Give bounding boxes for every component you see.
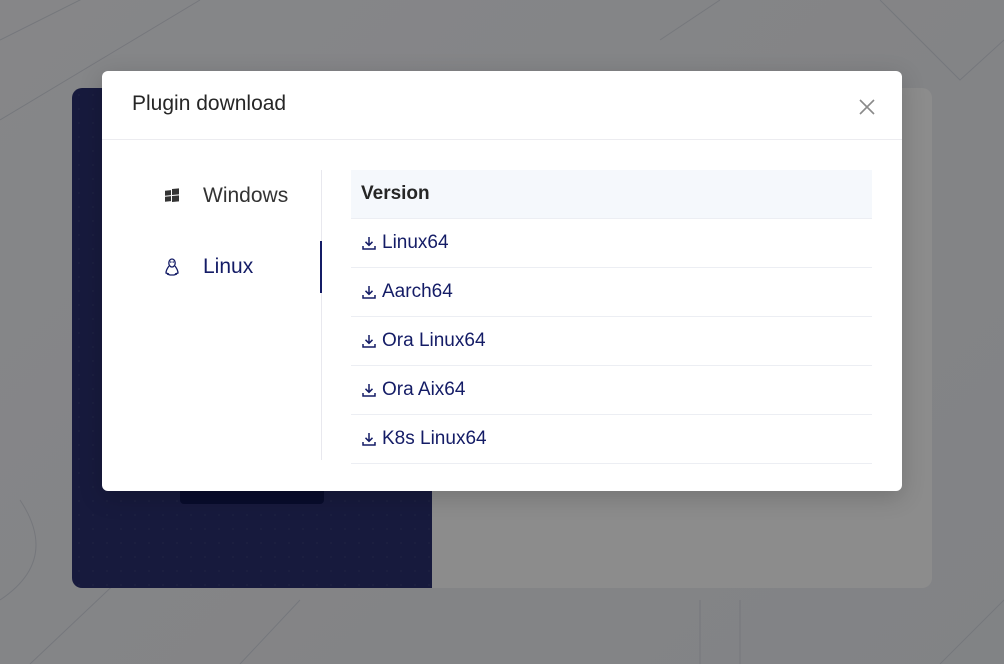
download-icon <box>361 284 377 300</box>
tab-linux-label: Linux <box>203 255 254 278</box>
table-row[interactable]: Aarch64 <box>351 268 872 317</box>
modal-title: Plugin download <box>132 92 287 115</box>
table-row[interactable]: Ora Aix64 <box>351 366 872 415</box>
version-link[interactable]: Ora Linux64 <box>382 330 486 352</box>
table-row[interactable]: Linux64 <box>351 219 872 268</box>
version-link[interactable]: Aarch64 <box>382 281 453 303</box>
close-icon[interactable] <box>856 96 878 118</box>
windows-icon <box>162 186 182 206</box>
tab-linux[interactable]: Linux <box>162 241 322 293</box>
version-table: Version Linux64 Aarch64 Ora Linux64 Ora … <box>351 170 872 464</box>
version-link[interactable]: K8s Linux64 <box>382 428 487 450</box>
plugin-download-modal: Plugin download Windows Linux Version Li… <box>102 71 902 491</box>
table-row[interactable]: K8s Linux64 <box>351 415 872 464</box>
os-tabs: Windows Linux <box>102 170 322 460</box>
download-icon <box>361 382 377 398</box>
table-row[interactable]: Ora Linux64 <box>351 317 872 366</box>
table-header-version: Version <box>351 170 872 219</box>
linux-icon <box>162 257 182 277</box>
modal-header: Plugin download <box>102 71 902 140</box>
modal-body: Windows Linux Version Linux64 Aarch64 Or… <box>102 140 902 491</box>
download-icon <box>361 333 377 349</box>
tab-windows-label: Windows <box>203 184 289 207</box>
tab-windows[interactable]: Windows <box>162 170 321 222</box>
download-icon <box>361 235 377 251</box>
version-link[interactable]: Linux64 <box>382 232 449 254</box>
download-icon <box>361 431 377 447</box>
version-link[interactable]: Ora Aix64 <box>382 379 465 401</box>
